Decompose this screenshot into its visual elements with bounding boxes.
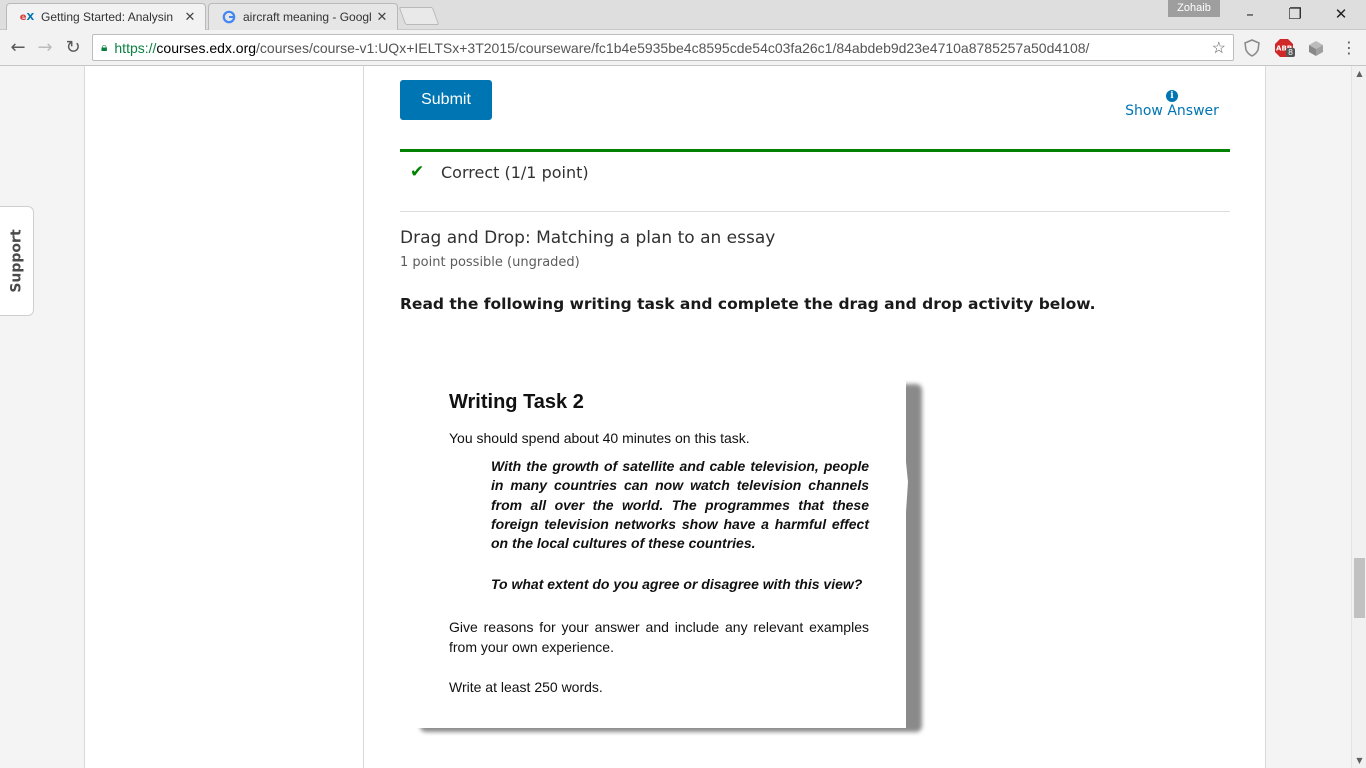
restore-icon[interactable]: ❐: [1272, 2, 1318, 26]
status-text: Correct (1/1 point): [441, 162, 589, 182]
support-tab[interactable]: Support: [0, 206, 34, 316]
show-answer-button[interactable]: i Show Answer: [1120, 90, 1224, 126]
right-gutter: [1265, 66, 1351, 768]
lock-icon: 🔒︎: [101, 40, 108, 54]
edx-favicon-icon: eX: [19, 11, 35, 23]
course-navigation-column: [86, 66, 364, 768]
task-question: To what extent do you agree or disagree …: [491, 576, 863, 592]
scroll-thumb[interactable]: [1354, 558, 1365, 618]
scroll-up-icon[interactable]: ▲: [1352, 66, 1366, 81]
problem-instruction: Read the following writing task and comp…: [400, 295, 1096, 313]
minimize-icon[interactable]: –: [1227, 2, 1273, 26]
status-message: ✔ Correct (1/1 point): [400, 158, 589, 186]
show-answer-label: Show Answer: [1125, 103, 1219, 119]
submit-button[interactable]: Submit: [400, 80, 492, 120]
url-path: /courses/course-v1:UQx+IELTSx+3T2015/cou…: [256, 39, 1090, 56]
section-divider: [400, 211, 1230, 212]
close-icon[interactable]: ✕: [183, 10, 197, 25]
tab-getting-started[interactable]: eX Getting Started: Analysin ✕: [6, 3, 206, 30]
extension-badge: 8: [1286, 48, 1296, 57]
correct-status-bar: [400, 149, 1230, 152]
task-reasons: Give reasons for your answer and include…: [449, 619, 869, 655]
shield-extension-icon[interactable]: [1242, 38, 1262, 58]
info-icon: i: [1166, 90, 1178, 102]
browser-tab-strip: eX Getting Started: Analysin ✕ aircraft …: [0, 0, 1366, 30]
reload-icon[interactable]: ↻: [61, 36, 85, 60]
close-window-icon[interactable]: ✕: [1318, 2, 1364, 26]
cube-extension-icon[interactable]: [1306, 38, 1326, 58]
support-label: Support: [8, 229, 25, 293]
close-icon[interactable]: ✕: [375, 10, 389, 25]
tab-aircraft-meaning[interactable]: aircraft meaning - Googl ✕: [208, 3, 398, 30]
left-gutter: [0, 66, 85, 768]
google-favicon-icon: [221, 9, 237, 25]
browser-toolbar: ← → ↻ 🔒︎ https://courses.edx.org/courses…: [0, 30, 1366, 66]
tab-title: aircraft meaning - Googl: [243, 10, 371, 24]
adblock-extension-icon[interactable]: ABP 8: [1274, 38, 1296, 58]
task-time-note: You should spend about 40 minutes on thi…: [449, 430, 750, 446]
problem-points: 1 point possible (ungraded): [400, 255, 580, 270]
checkmark-icon: ✔: [410, 162, 425, 182]
tab-title: Getting Started: Analysin: [41, 10, 174, 24]
bookmark-star-icon[interactable]: ☆: [1212, 38, 1226, 58]
profile-badge[interactable]: Zohaib: [1168, 0, 1220, 17]
task-prompt: With the growth of satellite and cable t…: [491, 458, 869, 552]
problem-title: Drag and Drop: Matching a plan to an ess…: [400, 228, 776, 248]
new-tab-button[interactable]: [398, 7, 440, 25]
url-host: courses.edx.org: [156, 39, 257, 56]
forward-arrow-icon[interactable]: →: [33, 36, 57, 60]
task-heading: Writing Task 2: [449, 391, 584, 413]
back-arrow-icon[interactable]: ←: [6, 36, 30, 60]
task-word-count: Write at least 250 words.: [449, 679, 603, 695]
scroll-down-icon[interactable]: ▼: [1352, 753, 1366, 768]
url-scheme: https://: [114, 39, 157, 56]
page-viewport: Support Submit i Show Answer ✔ Correct (…: [0, 66, 1351, 768]
address-bar[interactable]: 🔒︎ https://courses.edx.org/courses/cours…: [92, 34, 1234, 61]
menu-kebab-icon[interactable]: ⋮: [1337, 36, 1361, 60]
vertical-scrollbar[interactable]: ▲ ▼: [1351, 66, 1366, 768]
